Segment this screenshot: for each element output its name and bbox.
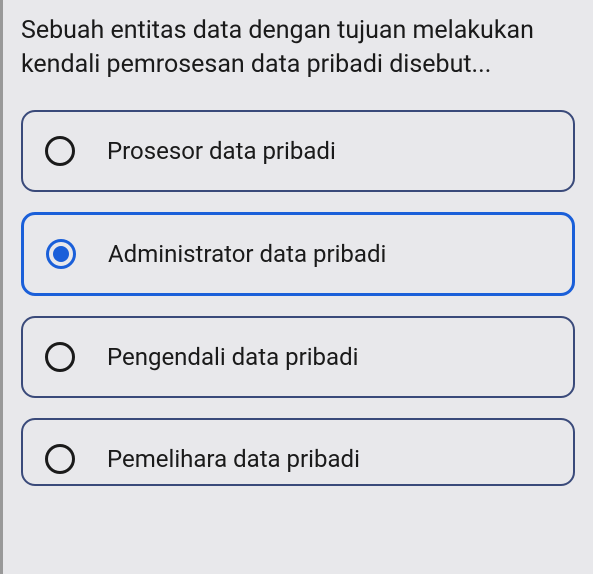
- question-text: Sebuah entitas data dengan tujuan melaku…: [21, 10, 575, 82]
- option-label: Pemelihara data pribadi: [107, 445, 360, 473]
- option-0[interactable]: Prosesor data pribadi: [21, 110, 575, 192]
- radio-icon: [45, 342, 75, 372]
- radio-icon: [45, 136, 75, 166]
- options-container: Prosesor data pribadi Administrator data…: [21, 110, 575, 486]
- option-label: Prosesor data pribadi: [107, 137, 336, 165]
- radio-icon: [45, 444, 75, 474]
- option-label: Administrator data pribadi: [108, 240, 386, 268]
- radio-icon: [46, 239, 76, 269]
- option-3[interactable]: Pemelihara data pribadi: [21, 418, 575, 486]
- option-2[interactable]: Pengendali data pribadi: [21, 316, 575, 398]
- option-1[interactable]: Administrator data pribadi: [21, 212, 575, 296]
- option-label: Pengendali data pribadi: [107, 343, 358, 371]
- radio-inner-icon: [53, 246, 69, 262]
